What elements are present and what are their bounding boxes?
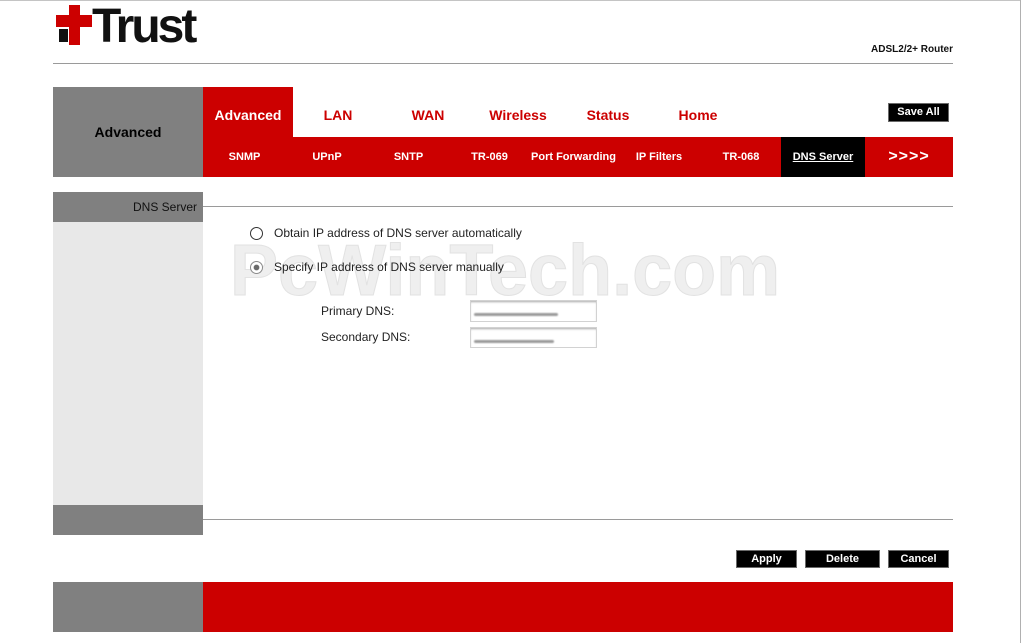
tab-advanced[interactable]: Advanced [203, 87, 293, 137]
trust-logo: Trust [56, 0, 206, 53]
subnav-tr-069[interactable]: TR-069 [449, 137, 530, 177]
tab-wireless[interactable]: Wireless [473, 87, 563, 137]
tab-status[interactable]: Status [563, 87, 653, 137]
subnav-sntp[interactable]: SNTP [368, 137, 449, 177]
primary-dns-label: Primary DNS: [321, 304, 395, 318]
dns-manual-radio[interactable] [250, 261, 263, 274]
section-title: Advanced [53, 87, 203, 177]
logo-wordmark: Trust [92, 0, 197, 53]
tab-home[interactable]: Home [653, 87, 743, 137]
sidebar-title: DNS Server [53, 192, 203, 222]
primary-dns-field[interactable] [470, 300, 597, 322]
subnav-upnp[interactable]: UPnP [286, 137, 368, 177]
sidebar-panel [53, 222, 203, 505]
subnav-tr-068[interactable]: TR-068 [701, 137, 781, 177]
trust-cross-icon [56, 5, 92, 45]
subnav-snmp[interactable]: SNMP [203, 137, 286, 177]
header-divider [53, 63, 953, 64]
content-divider-bottom [203, 519, 953, 520]
tab-wan[interactable]: WAN [383, 87, 473, 137]
subnav-dns-server[interactable]: DNS Server [781, 137, 865, 177]
sub-nav: SNMP UPnP SNTP TR-069 Port Forwarding IP… [203, 137, 953, 177]
footer-left-block [53, 582, 203, 632]
secondary-dns-label: Secondary DNS: [321, 330, 411, 344]
main-nav: Advanced LAN WAN Wireless Status Home [203, 87, 743, 137]
apply-button[interactable]: Apply [736, 550, 797, 568]
subnav-more-button[interactable]: >>>> [865, 137, 953, 177]
delete-button[interactable]: Delete [805, 550, 880, 568]
subnav-ip-filters[interactable]: IP Filters [617, 137, 701, 177]
dns-auto-radio[interactable] [250, 227, 263, 240]
window-border-right [1020, 0, 1021, 643]
content-divider-top [203, 206, 953, 207]
sidebar-footer [53, 505, 203, 535]
tab-lan[interactable]: LAN [293, 87, 383, 137]
secondary-dns-field[interactable] [470, 327, 597, 348]
product-name: ADSL2/2+ Router [871, 44, 953, 55]
subnav-port-forwarding[interactable]: Port Forwarding [530, 137, 617, 177]
footer-bar [203, 582, 953, 632]
dns-manual-label[interactable]: Specify IP address of DNS server manuall… [274, 260, 504, 274]
save-all-button[interactable]: Save All [888, 103, 949, 122]
cancel-button[interactable]: Cancel [888, 550, 949, 568]
dns-auto-label[interactable]: Obtain IP address of DNS server automati… [274, 226, 522, 240]
